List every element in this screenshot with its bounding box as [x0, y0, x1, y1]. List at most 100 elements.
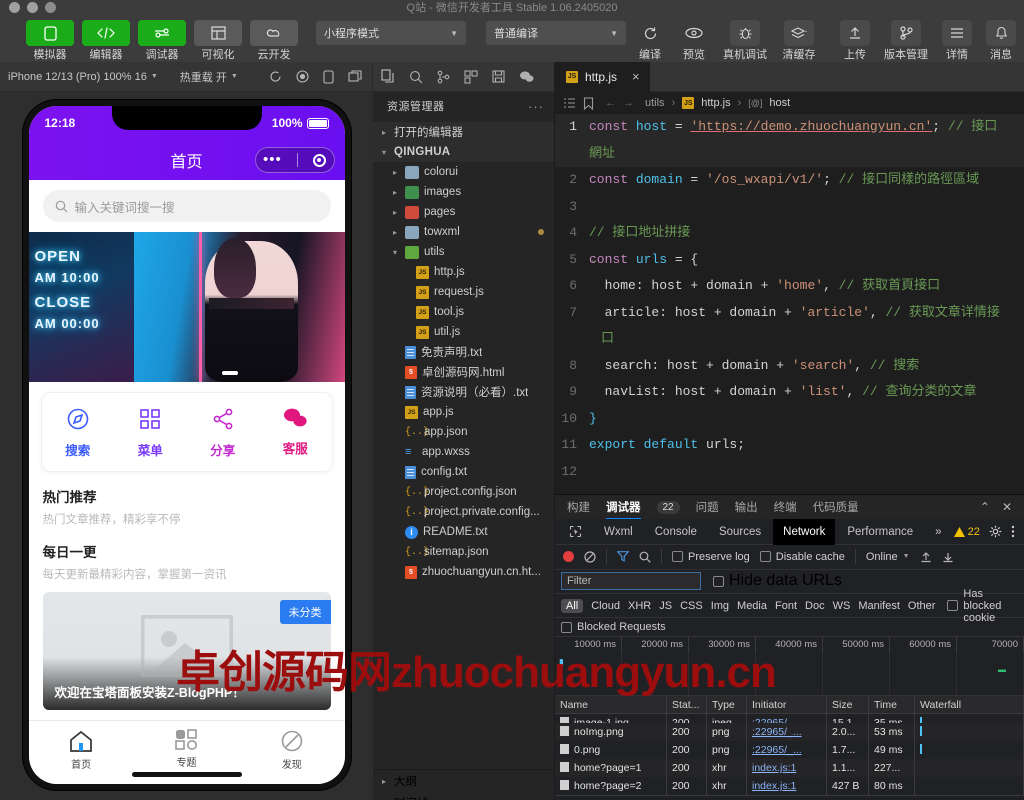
tree-item[interactable]: ▾ utils	[373, 242, 554, 262]
column-name[interactable]: Name	[555, 696, 667, 714]
banner-carousel[interactable]: OPEN AM 10:00 CLOSE AM 00:00	[28, 232, 345, 382]
toolbar-item-upload[interactable]: 上传	[836, 16, 874, 62]
table-row[interactable]: image-1.jpg 200 jpeg:22965/_... 15.1... 35 m…	[555, 714, 1024, 724]
devtools-tab-wxml[interactable]: Wxml	[594, 519, 643, 545]
chevron-up-icon[interactable]: ⌃	[980, 500, 990, 514]
editor-tab-http-js[interactable]: JS http.js ×	[554, 61, 650, 92]
toolbar-item-editor[interactable]: 编辑器	[82, 16, 130, 62]
tree-item[interactable]: 资源说明（必看）.txt	[373, 382, 554, 402]
close-circle-icon[interactable]	[312, 153, 326, 167]
more-icon[interactable]: •••	[263, 152, 282, 167]
search-input[interactable]: 输入关键词搜一搜	[42, 190, 331, 222]
column-initiator[interactable]: Initiator	[747, 696, 827, 714]
throttle-select[interactable]: Online ▼	[866, 551, 910, 563]
upload-icon[interactable]	[920, 551, 932, 563]
timeline-section[interactable]: ▸ 时间线	[373, 792, 554, 800]
tree-item[interactable]: {..} app.json	[373, 422, 554, 442]
toolbar-item-message[interactable]: 消息	[982, 16, 1020, 62]
toolbar-item-compile[interactable]: 编译	[632, 16, 668, 62]
tree-item[interactable]: JS util.js	[373, 322, 554, 342]
quick-action-service[interactable]: 客服	[259, 407, 332, 459]
close-icon[interactable]: ✕	[1002, 500, 1012, 514]
preserve-log-checkbox[interactable]: Preserve log	[672, 551, 750, 563]
quick-action-share[interactable]: 分享	[187, 407, 260, 459]
forward-icon[interactable]: →	[623, 97, 634, 109]
chevron-right-icon[interactable]: ▸	[390, 188, 400, 197]
table-row[interactable]: 0.png 200 png:22965/_... 1.7... 49 ms	[555, 741, 1024, 760]
toolbar-item-preview[interactable]: 预览	[676, 16, 712, 62]
devtools-tab-more[interactable]: »	[925, 519, 951, 545]
type-filter-css[interactable]: CSS	[680, 600, 703, 612]
panel-tab-build[interactable]: 构建	[567, 499, 590, 515]
toolbar-item-detail[interactable]: 详情	[938, 16, 976, 62]
cell-initiator[interactable]: :22965/_...	[747, 741, 827, 760]
type-filter-img[interactable]: Img	[711, 600, 729, 612]
cell-initiator[interactable]: index.js:1	[747, 777, 827, 796]
chevron-right-icon[interactable]: ▸	[390, 208, 400, 217]
outline-section[interactable]: ▸ 大纲	[373, 770, 554, 792]
refresh-icon[interactable]	[269, 70, 282, 84]
search-icon[interactable]	[639, 551, 651, 563]
type-filter-ws[interactable]: WS	[833, 600, 851, 612]
extensions-icon[interactable]	[464, 69, 478, 84]
tree-item[interactable]: JS request.js	[373, 282, 554, 302]
files-icon[interactable]	[381, 69, 395, 84]
table-row[interactable]: noImg.png 200 png:22965/_... 2.0... 53 ms	[555, 723, 1024, 742]
chevron-down-icon[interactable]: ▾	[390, 248, 400, 257]
column-time[interactable]: Time	[869, 696, 915, 714]
search-icon[interactable]	[409, 70, 423, 84]
toolbar-item-realdevice[interactable]: 真机调试	[720, 16, 770, 62]
capsule-button[interactable]: •••	[254, 147, 335, 173]
breadcrumb-symbol[interactable]: host	[769, 97, 790, 109]
blocked-requests-checkbox[interactable]: Blocked Requests	[561, 621, 666, 633]
window-icon[interactable]	[348, 69, 362, 84]
quick-action-search[interactable]: 搜索	[42, 407, 115, 459]
table-row[interactable]: home?page=1 200 xhr index.js:1 1.1... 227...	[555, 759, 1024, 778]
type-filter-manifest[interactable]: Manifest	[858, 600, 900, 612]
devtools-tab-console[interactable]: Console	[645, 519, 707, 545]
panel-tab-output[interactable]: 输出	[735, 499, 758, 515]
toolbar-item-version[interactable]: 版本管理	[880, 16, 932, 62]
tabbar-item-discover[interactable]: 发现	[239, 729, 344, 771]
toolbar-item-visualize[interactable]: 可视化	[194, 16, 242, 62]
bookmark-icon[interactable]	[583, 96, 594, 110]
back-icon[interactable]: ←	[605, 97, 616, 109]
tree-item[interactable]: ▸ pages	[373, 202, 554, 222]
quick-action-menu[interactable]: 菜单	[114, 407, 187, 459]
column-type[interactable]: Type	[707, 696, 747, 714]
type-filter-doc[interactable]: Doc	[805, 600, 825, 612]
code-editor[interactable]: 1 const host = 'https://demo.zhuochuangy…	[555, 114, 1024, 494]
breadcrumb-folder[interactable]: utils	[645, 97, 665, 109]
phone-icon[interactable]	[323, 69, 334, 84]
record-icon[interactable]	[563, 551, 574, 563]
network-timeline[interactable]: 10000 ms 20000 ms 30000 ms 40000 ms 50000 ms…	[555, 637, 1024, 697]
cell-initiator[interactable]: :22965/_...	[747, 723, 827, 742]
download-icon[interactable]	[942, 551, 954, 563]
compile-select[interactable]: 普通编译 ▼	[486, 21, 626, 45]
fold-toggle-icon[interactable]: ⌄	[591, 247, 596, 274]
devtools-tab-network[interactable]: Network	[773, 518, 836, 545]
hot-reload-select[interactable]: 热重载 开	[180, 69, 227, 85]
toolbar-item-debugger[interactable]: 调试器	[138, 16, 186, 62]
tree-item[interactable]: ≡ app.wxss	[373, 442, 554, 462]
tree-item[interactable]: {..} sitemap.json	[373, 542, 554, 562]
wechat-icon[interactable]	[519, 70, 534, 83]
tree-item[interactable]: 免责声明.txt	[373, 342, 554, 362]
tabbar-item-home[interactable]: 首页	[29, 729, 134, 771]
column-size[interactable]: Size	[827, 696, 869, 714]
cell-initiator[interactable]: :22965/_...	[747, 714, 827, 724]
tabbar-item-topics[interactable]: 专题	[134, 729, 239, 769]
tree-item[interactable]: 5 卓创源码网.html	[373, 362, 554, 382]
record-icon[interactable]	[296, 69, 309, 84]
gear-icon[interactable]	[989, 525, 1002, 538]
panel-tab-terminal[interactable]: 终端	[774, 499, 797, 515]
tree-item[interactable]: {..} project.private.config...	[373, 502, 554, 522]
mode-select[interactable]: 小程序模式 ▼	[316, 21, 466, 45]
disable-cache-checkbox[interactable]: Disable cache	[759, 551, 845, 563]
type-filter-cloud[interactable]: Cloud	[591, 600, 620, 612]
more-icon[interactable]: ···	[528, 99, 544, 114]
outline-toggle-icon[interactable]	[563, 97, 576, 109]
branch-icon[interactable]	[437, 70, 450, 84]
warning-indicator[interactable]: 22	[953, 526, 980, 538]
chevron-right-icon[interactable]: ▸	[390, 168, 400, 177]
